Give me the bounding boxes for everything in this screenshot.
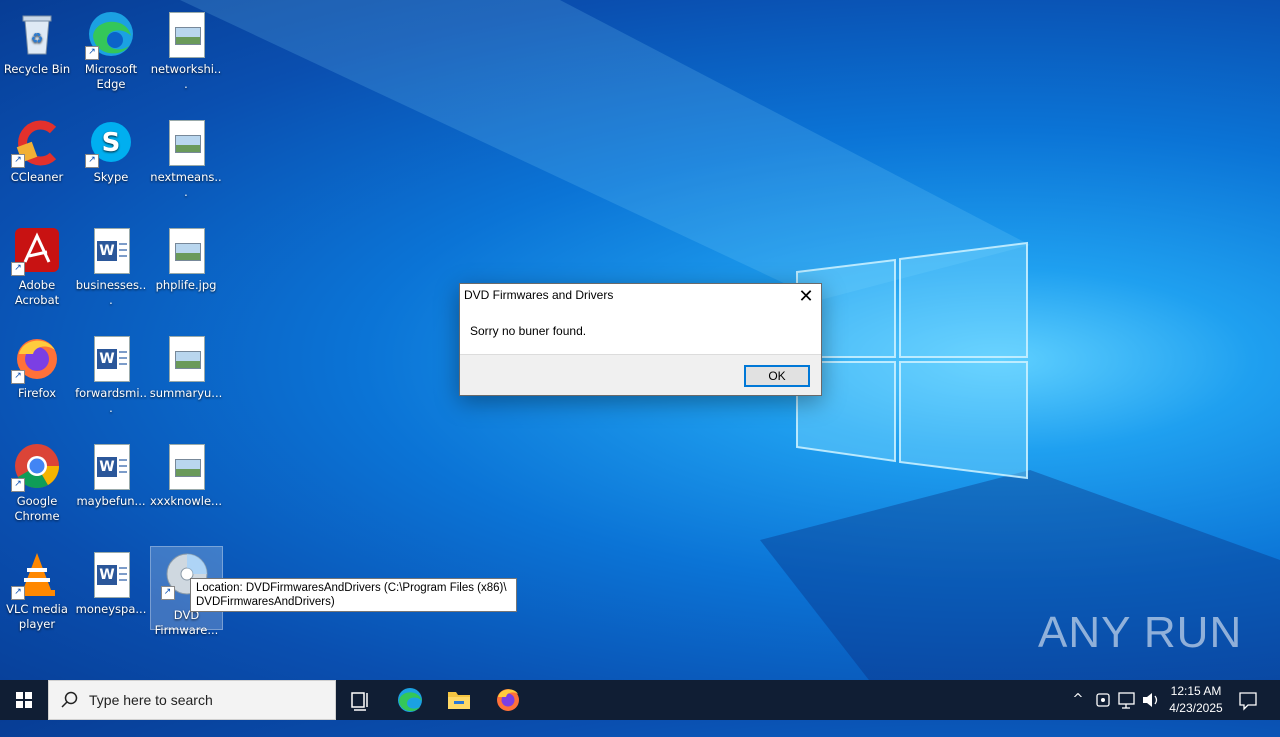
desktop-icon-ccleaner[interactable]: ↗ CCleaner (0, 112, 74, 218)
taskbar-search-box[interactable]: Type here to search (48, 680, 336, 720)
vlc-icon: ↗ (11, 550, 61, 600)
desktop-icon-firefox[interactable]: ↗ Firefox (0, 328, 74, 434)
desktop-icon-google-chrome[interactable]: ↗ Google Chrome (0, 436, 74, 542)
svg-text:♻: ♻ (31, 31, 44, 47)
taskbar-edge[interactable] (386, 680, 434, 720)
message-dialog: DVD Firmwares and Drivers ✕ Sorry no bun… (459, 283, 822, 396)
word-doc-icon: W (87, 442, 135, 490)
firefox-icon (497, 689, 519, 711)
word-doc-icon: W (87, 334, 135, 382)
tray-device-icon[interactable] (1092, 680, 1114, 720)
icon-label: summaryu... (149, 386, 223, 400)
firefox-icon: ↗ (11, 334, 61, 384)
taskbar-firefox[interactable] (484, 680, 532, 720)
tooltip-line-2: DVDFirmwaresAndDrivers) (196, 596, 335, 608)
desktop-icon-nextmeans[interactable]: nextmeans... (149, 112, 223, 218)
task-view-icon (351, 692, 368, 711)
taskbar-clock[interactable]: 12:15 AM 4/23/2025 (1163, 683, 1229, 717)
desktop-icon-forwardsmi[interactable]: W forwardsmi... (74, 328, 148, 434)
action-center-button[interactable] (1234, 680, 1262, 720)
icon-label: forwardsmi... (75, 386, 147, 415)
clock-date: 4/23/2025 (1169, 701, 1223, 715)
image-file-icon (162, 226, 210, 274)
windows-start-icon (16, 692, 32, 708)
start-button[interactable] (0, 680, 48, 720)
shortcut-arrow-icon: ↗ (11, 262, 25, 276)
recycle-bin-icon: ♻ (13, 10, 61, 58)
word-doc-icon: W (87, 550, 135, 598)
desktop-icon-phplife[interactable]: phplife.jpg (149, 220, 223, 326)
desktop-icon-recycle-bin[interactable]: ♻ Recycle Bin (0, 4, 74, 110)
edge-icon: ↗ (85, 10, 135, 60)
desktop-icon-vlc[interactable]: ↗ VLC media player (0, 544, 74, 650)
acrobat-icon: ↗ (11, 226, 61, 276)
icon-label: DVD Firmware... (154, 608, 219, 637)
desktop-icon-summaryu[interactable]: summaryu... (149, 328, 223, 434)
icon-label: Microsoft Edge (84, 62, 138, 91)
desktop-icon-adobe-acrobat[interactable]: ↗ Adobe Acrobat (0, 220, 74, 326)
notification-icon (1239, 692, 1257, 711)
icon-label: maybefun... (76, 494, 146, 508)
desktop-icon-xxxknowle[interactable]: xxxknowle... (149, 436, 223, 542)
shortcut-arrow-icon: ↗ (85, 154, 99, 168)
image-file-icon (162, 10, 210, 58)
word-doc-icon: W (87, 226, 135, 274)
icon-label: nextmeans... (150, 170, 222, 199)
network-icon[interactable] (1116, 680, 1138, 720)
dialog-message: Sorry no buner found. (470, 324, 587, 338)
taskbar: Type here to search ^ 12:15 AM 4/23/2025 (0, 680, 1280, 720)
tray-chevron-icon[interactable]: ^ (1068, 680, 1088, 720)
shortcut-arrow-icon: ↗ (11, 154, 25, 168)
task-view-button[interactable] (336, 680, 384, 720)
tooltip-line-1: Location: DVDFirmwaresAndDrivers (C:\Pro… (196, 582, 507, 594)
desktop-icon-moneyspa[interactable]: W moneyspa... (74, 544, 148, 650)
ccleaner-icon: ↗ (11, 118, 61, 168)
icon-label: Google Chrome (14, 494, 60, 523)
shortcut-arrow-icon: ↗ (11, 586, 25, 600)
icon-label: Recycle Bin (3, 62, 71, 76)
image-file-icon (162, 442, 210, 490)
icon-label: phplife.jpg (155, 278, 217, 292)
icon-label: CCleaner (10, 170, 64, 184)
search-icon (61, 691, 78, 708)
shortcut-arrow-icon: ↗ (11, 370, 25, 384)
location-tooltip: Location: DVDFirmwaresAndDrivers (C:\Pro… (190, 578, 517, 612)
volume-icon[interactable] (1140, 680, 1162, 720)
chrome-icon: ↗ (11, 442, 61, 492)
desktop-icon-maybefun[interactable]: W maybefun... (74, 436, 148, 542)
search-placeholder: Type here to search (89, 692, 213, 708)
icon-label: Firefox (17, 386, 57, 400)
shortcut-arrow-icon: ↗ (160, 586, 175, 600)
icon-label: networkshi... (150, 62, 222, 91)
image-file-icon (162, 334, 210, 382)
desktop-icon-skype[interactable]: S ↗ Skype (74, 112, 148, 218)
windows-logo-wallpaper (796, 241, 1028, 480)
shortcut-arrow-icon: ↗ (11, 478, 25, 492)
icon-label: Adobe Acrobat (14, 278, 60, 307)
shortcut-arrow-icon: ↗ (85, 46, 99, 60)
anyrun-watermark: ANY RUN (1038, 608, 1243, 657)
close-icon[interactable]: ✕ (791, 284, 821, 308)
icon-label: VLC media player (6, 602, 68, 631)
image-file-icon (162, 118, 210, 166)
desktop-icon-businesses[interactable]: W businesses... (74, 220, 148, 326)
taskbar-file-explorer[interactable] (435, 680, 483, 720)
svg-text:S: S (102, 128, 121, 158)
skype-icon: S ↗ (85, 118, 135, 168)
icon-label: businesses... (75, 278, 147, 307)
icon-label: Skype (93, 170, 129, 184)
clock-time: 12:15 AM (1170, 684, 1222, 698)
ok-button[interactable]: OK (744, 365, 810, 387)
file-explorer-icon (448, 692, 470, 709)
desktop-icon-edge[interactable]: ↗ Microsoft Edge (74, 4, 148, 110)
desktop-icon-networkshi[interactable]: networkshi... (149, 4, 223, 110)
dialog-title: DVD Firmwares and Drivers (464, 288, 614, 302)
icon-label: xxxknowle... (149, 494, 223, 508)
edge-icon (398, 688, 422, 712)
icon-label: moneyspa... (75, 602, 147, 616)
dialog-footer: OK (460, 354, 821, 395)
